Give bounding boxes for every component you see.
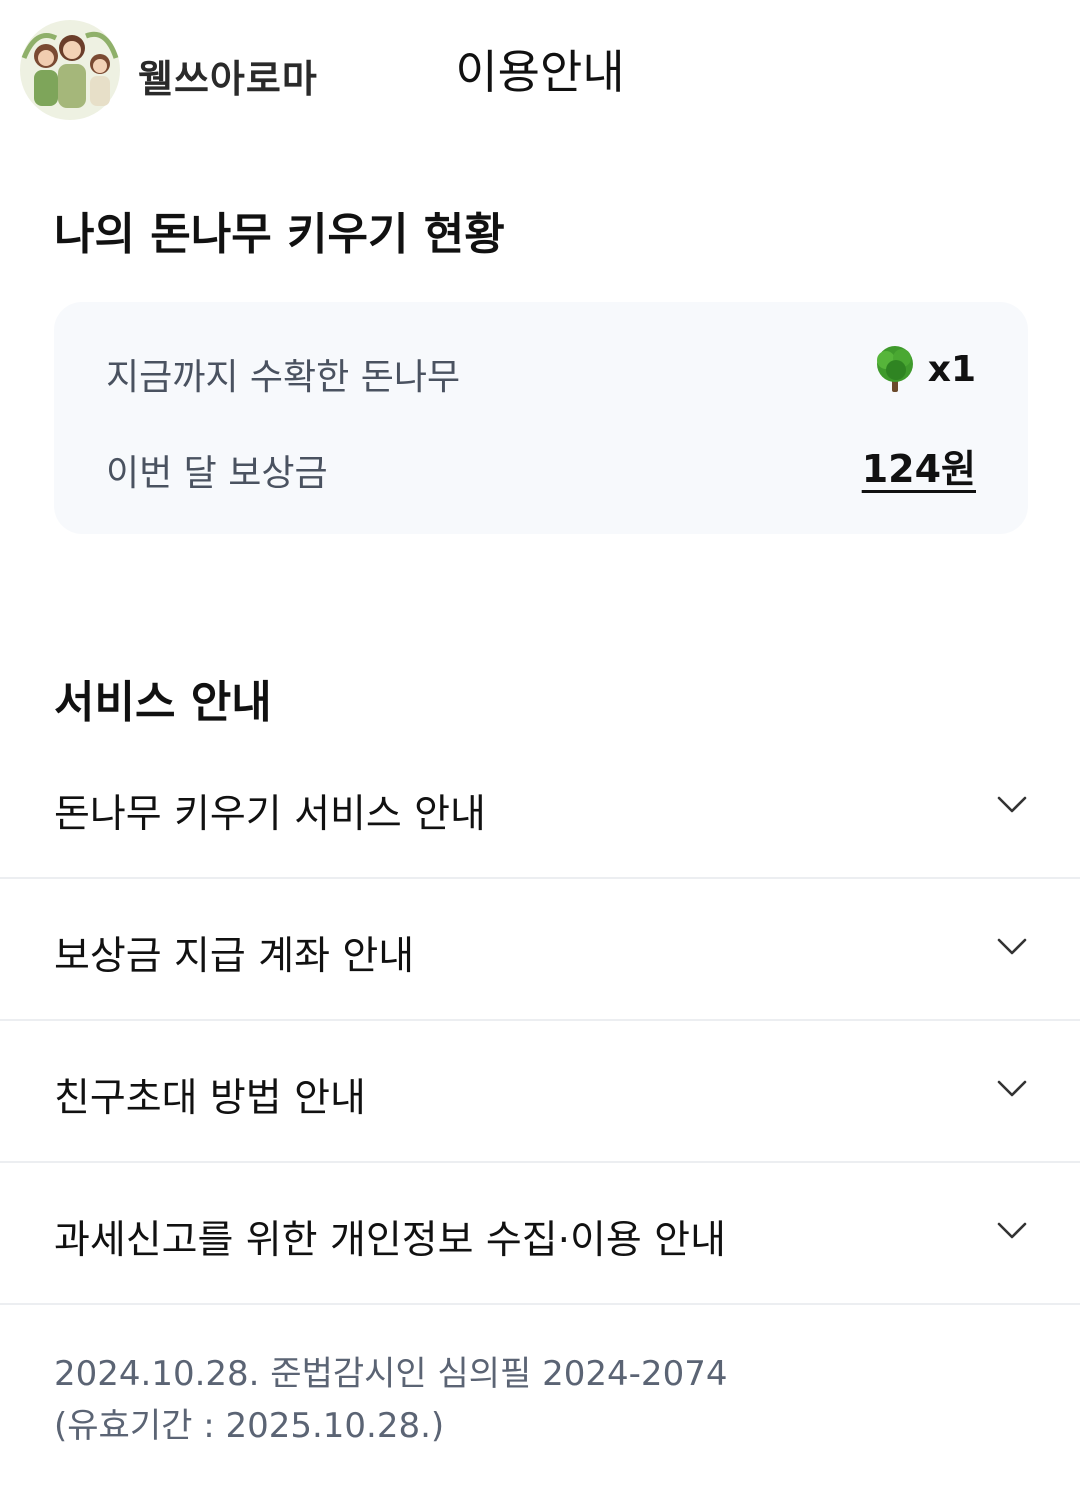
tree-icon	[876, 346, 913, 392]
reward-label: 이번 달 보상금	[106, 453, 328, 494]
compliance-review-line: 2024.10.28. 준법감시인 심의필 2024-2074	[54, 1354, 728, 1394]
service-section-title: 서비스 안내	[54, 677, 272, 728]
harvested-row: 지금까지 수확한 돈나무 x1	[106, 342, 976, 402]
validity-period-line: (유효기간 : 2025.10.28.)	[54, 1406, 445, 1446]
harvested-value: x1	[872, 344, 976, 394]
reward-amount-link[interactable]: 124원	[862, 438, 976, 493]
app-header: 웰쓰아로마 이용안내	[0, 0, 1080, 140]
status-section-title: 나의 돈나무 키우기 현황	[54, 209, 505, 260]
accordion-item-label: 보상금 지급 계좌 안내	[54, 934, 415, 979]
accordion-item-label: 친구초대 방법 안내	[54, 1076, 366, 1121]
chevron-down-icon	[997, 938, 1027, 955]
accordion-item-money-tree-service[interactable]: 돈나무 키우기 서비스 안내	[0, 737, 1080, 879]
chevron-down-icon	[997, 796, 1027, 813]
accordion-item-label: 과세신고를 위한 개인정보 수집·이용 안내	[54, 1218, 726, 1263]
accordion-item-label: 돈나무 키우기 서비스 안내	[54, 792, 486, 837]
chevron-down-icon	[997, 1222, 1027, 1239]
reward-row: 이번 달 보상금 124원	[106, 438, 976, 498]
accordion-item-tax-privacy[interactable]: 과세신고를 위한 개인정보 수집·이용 안내	[0, 1163, 1080, 1305]
harvested-label: 지금까지 수확한 돈나무	[106, 357, 461, 398]
accordion-item-invite-friends[interactable]: 친구초대 방법 안내	[0, 1021, 1080, 1163]
harvested-count: x1	[927, 348, 976, 390]
service-accordion: 돈나무 키우기 서비스 안내 보상금 지급 계좌 안내 친구초대 방법 안내 과…	[0, 737, 1080, 1305]
chevron-down-icon	[997, 1080, 1027, 1097]
accordion-item-reward-account[interactable]: 보상금 지급 계좌 안내	[0, 879, 1080, 1021]
money-tree-status-card: 지금까지 수확한 돈나무 x1 이번 달 보상금 124원	[54, 302, 1028, 534]
page-title: 이용안내	[455, 45, 625, 99]
compliance-note: 2024.10.28. 준법감시인 심의필 2024-2074 (유효기간 : …	[54, 1348, 727, 1452]
